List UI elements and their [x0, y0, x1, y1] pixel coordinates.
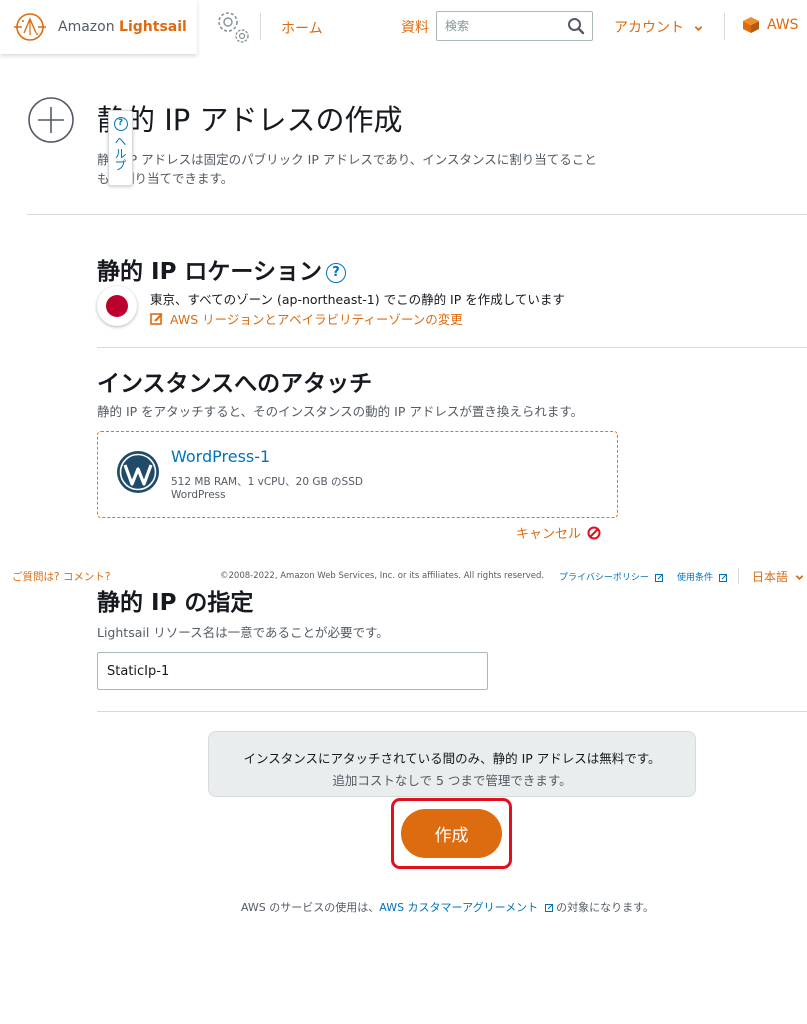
external-link-icon	[544, 904, 553, 912]
divider	[97, 711, 807, 712]
account-menu[interactable]: アカウント	[614, 17, 703, 37]
change-region-label: AWS リージョンとアベイラビリティーゾーンの変更	[170, 312, 463, 327]
cancel-attach-link[interactable]: キャンセル	[516, 523, 601, 542]
instance-specs: 512 MB RAM、1 vCPU、20 GB のSSD	[171, 476, 363, 488]
settings-gear-icon[interactable]	[211, 7, 253, 47]
language-selector[interactable]: 日本語	[752, 568, 804, 585]
divider	[738, 568, 739, 584]
aws-label: AWS	[767, 17, 799, 33]
help-label: ヘルプ	[113, 135, 127, 171]
lightsail-home-link[interactable]: Amazon Lightsail	[0, 0, 197, 54]
create-plus-icon	[28, 97, 74, 143]
help-question-icon: ?	[113, 117, 128, 131]
help-tab[interactable]: ? ヘルプ	[108, 110, 133, 186]
attach-description: 静的 IP をアタッチすると、そのインスタンスの動的 IP アドレスが置き換えら…	[97, 404, 584, 419]
japan-flag-icon	[97, 286, 137, 326]
feedback-link[interactable]: ご質問は? コメント?	[12, 569, 110, 584]
aws-cube-icon	[743, 17, 759, 33]
divider	[97, 347, 807, 348]
privacy-label: プライバシーポリシー	[559, 573, 649, 583]
top-navigation: Amazon Lightsail ホーム 資料 アカウント AWS	[0, 0, 807, 54]
wordpress-logo-icon	[117, 451, 159, 493]
cancel-label: キャンセル	[516, 527, 582, 542]
chevron-down-icon	[795, 575, 804, 581]
pricing-info-line1: インスタンスにアタッチされている間のみ、静的 IP アドレスは無料です。	[243, 751, 661, 766]
pricing-info-box: インスタンスにアタッチされている間のみ、静的 IP アドレスは無料です。 追加コ…	[208, 731, 696, 797]
divider	[724, 13, 725, 40]
terms-of-use-link[interactable]: 使用条件	[677, 570, 727, 583]
instance-blueprint: WordPress	[171, 489, 226, 501]
static-ip-name-input[interactable]	[97, 652, 488, 690]
instance-name[interactable]: WordPress-1	[171, 447, 270, 466]
agreement-link-label: AWS カスタマーアグリーメント	[379, 901, 539, 914]
pricing-info-line2: 追加コストなしで 5 つまで管理できます。	[332, 773, 572, 788]
external-link-icon	[718, 573, 727, 582]
language-label: 日本語	[752, 570, 789, 584]
account-label: アカウント	[614, 20, 684, 36]
location-title-text: 静的 IP ロケーション	[97, 259, 322, 285]
docs-link[interactable]: 資料	[401, 17, 429, 37]
aws-console-link[interactable]: AWS	[741, 16, 799, 34]
divider	[27, 214, 807, 215]
page-title: 静的 IP アドレスの作成	[97, 103, 403, 137]
page-description: 静的 IP アドレスは固定のパブリック IP アドレスであり、インスタンスに割り…	[97, 152, 597, 186]
home-link[interactable]: ホーム	[281, 18, 323, 38]
create-button[interactable]: 作成	[401, 809, 502, 858]
search-box	[436, 11, 593, 41]
location-section-title: 静的 IP ロケーション?	[97, 252, 346, 286]
attach-section-title: インスタンスへのアタッチ	[97, 371, 373, 397]
location-text: 東京、すべてのゾーン (ap-northeast-1) でこの静的 IP を作成…	[150, 292, 565, 307]
customer-agreement-link[interactable]: AWS カスタマーアグリーメント	[379, 901, 553, 914]
search-icon[interactable]	[567, 17, 585, 35]
change-region-link[interactable]: AWS リージョンとアベイラビリティーゾーンの変更	[150, 309, 463, 328]
copyright-text: ©2008-2022, Amazon Web Services, Inc. or…	[220, 571, 545, 581]
terms-label: 使用条件	[677, 573, 714, 583]
external-link-icon	[654, 573, 663, 582]
agreement-text: AWS のサービスの使用は、AWS カスタマーアグリーメント の対象になります。	[241, 899, 654, 915]
instance-card[interactable]: WordPress-1 512 MB RAM、1 vCPU、20 GB のSSD…	[97, 431, 618, 518]
naming-description: Lightsail リソース名は一意であることが必要です。	[97, 625, 389, 640]
divider	[260, 13, 261, 40]
cancel-icon	[587, 526, 601, 539]
agreement-prefix: AWS のサービスの使用は、	[241, 901, 380, 914]
edit-icon	[150, 312, 163, 325]
search-input[interactable]	[437, 12, 557, 40]
agreement-suffix: の対象になります。	[552, 901, 655, 914]
lightsail-logo-icon	[14, 13, 46, 41]
chevron-down-icon	[695, 25, 703, 31]
naming-section-title: 静的 IP の指定	[97, 590, 254, 616]
privacy-policy-link[interactable]: プライバシーポリシー	[559, 570, 663, 583]
footer-bar: ご質問は? コメント? ©2008-2022, Amazon Web Servi…	[0, 565, 807, 587]
brand-name: Amazon Lightsail	[58, 19, 187, 35]
location-help-icon[interactable]: ?	[325, 262, 346, 283]
